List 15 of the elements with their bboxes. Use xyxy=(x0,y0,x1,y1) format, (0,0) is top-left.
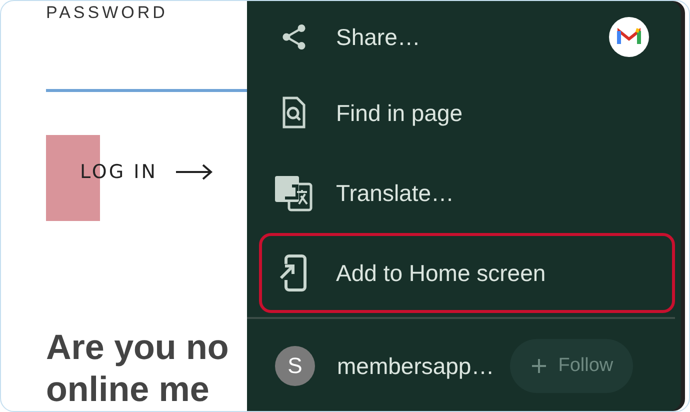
menu-item[interactable]: Share… xyxy=(259,1,675,73)
menu-item[interactable]: Add to Home screen xyxy=(259,233,675,313)
plus-icon xyxy=(530,357,548,375)
arrow-icon xyxy=(175,164,214,180)
password-label: PASSWORD xyxy=(46,3,169,23)
site-name: membersapp… xyxy=(337,352,494,380)
password-field[interactable] xyxy=(46,89,247,92)
mail-app-icon xyxy=(608,16,650,58)
translate-icon xyxy=(274,174,314,212)
heading-text: Are you no xyxy=(46,327,230,369)
account-avatar: S xyxy=(275,346,315,386)
login-button[interactable]: LOG IN xyxy=(80,160,214,183)
menu-item[interactable]: Find in page xyxy=(259,73,675,153)
menu-item[interactable]: Translate… xyxy=(259,153,675,233)
heading-text: online me xyxy=(46,369,210,411)
